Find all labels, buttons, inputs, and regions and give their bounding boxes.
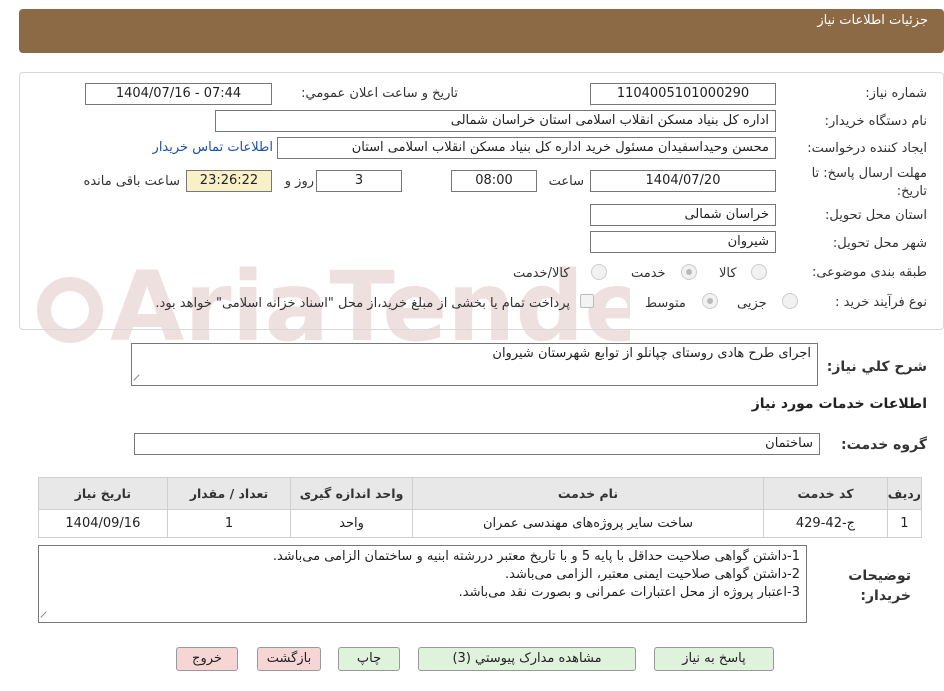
need-number-label: شماره نیاز: xyxy=(865,86,927,101)
radio-goods-service[interactable] xyxy=(591,264,607,280)
general-description-field[interactable]: اجرای طرح هادی روستای چپانلو از توابع شه… xyxy=(131,343,818,386)
buyer-notes-label: توضیحات خریدار: xyxy=(848,568,911,604)
reply-button[interactable]: پاسخ به نیاز xyxy=(654,647,774,671)
buyer-org-field[interactable]: اداره کل بنیاد مسکن انقلاب اسلامی استان … xyxy=(215,110,776,132)
radio-medium[interactable] xyxy=(702,293,718,309)
buyer-notes-line-2: 2-داشتن گواهی صلاحیت ایمنی معتبر، الزامی… xyxy=(505,567,800,582)
services-section-title: اطلاعات خدمات مورد نیاز xyxy=(751,396,927,412)
resize-grip-icon[interactable] xyxy=(40,611,52,623)
col-need-date: تاریخ نیاز xyxy=(38,477,168,510)
delivery-city-label: شهر محل تحویل: xyxy=(832,236,927,251)
deadline-time-label: ساعت xyxy=(548,174,584,189)
col-service-code: کد خدمت xyxy=(763,477,888,510)
deadline-label: مهلت ارسال پاسخ: تا تاریخ: xyxy=(811,166,927,199)
buyer-notes-field[interactable]: 1-داشتن گواهی صلاحیت حداقل با پایه 5 و ب… xyxy=(38,545,807,623)
radio-goods-service-label: کالا/خدمت xyxy=(513,266,570,281)
remaining-time-field: 23:26:22 xyxy=(186,170,272,192)
general-description-label: شرح کلي نیاز: xyxy=(826,359,927,375)
treasury-payment-label: پرداخت تمام یا بخشی از مبلغ خرید،از محل … xyxy=(155,296,570,311)
radio-minor-label: جزیی xyxy=(737,296,767,311)
announce-datetime-label: تاریخ و ساعت اعلان عمومي: xyxy=(301,86,458,101)
deadline-days-label: روز و xyxy=(284,174,314,189)
page-title: جزئیات اطلاعات نیاز xyxy=(817,13,928,28)
service-group-field[interactable]: ساختمان xyxy=(134,433,820,455)
buyer-org-label: نام دستگاه خریدار: xyxy=(824,114,927,129)
need-number-field[interactable]: 1104005101000290 xyxy=(590,83,776,105)
exit-button[interactable]: خروج xyxy=(176,647,238,671)
table-row[interactable]: 1 ج-42-429 ساخت سایر پروژه‌های مهندسی عم… xyxy=(38,509,923,538)
delivery-province-field[interactable]: خراسان شمالی xyxy=(590,204,776,226)
print-button[interactable]: چاپ xyxy=(338,647,400,671)
general-description-text: اجرای طرح هادی روستای چپانلو از توابع شه… xyxy=(492,346,811,361)
page-header xyxy=(19,9,944,53)
cell-need-date: 1404/09/16 xyxy=(38,509,168,538)
col-unit: واحد اندازه گیری xyxy=(290,477,413,510)
purchase-process-label: نوع فرآیند خرید : xyxy=(835,295,927,310)
announce-datetime-field[interactable]: 1404/07/16 - 07:44 xyxy=(85,83,272,105)
requester-field[interactable]: محسن وحیداسفیدان مسئول خرید اداره کل بنی… xyxy=(277,137,776,159)
col-row: ردیف xyxy=(886,477,923,510)
back-button[interactable]: بازگشت xyxy=(257,647,321,671)
buyer-notes-line-1: 1-داشتن گواهی صلاحیت حداقل با پایه 5 و ب… xyxy=(272,549,800,564)
buyer-contact-link[interactable]: اطلاعات تماس خریدار xyxy=(153,140,273,155)
delivery-province-label: استان محل تحویل: xyxy=(825,208,927,223)
radio-goods-label: کالا xyxy=(719,266,737,281)
radio-service[interactable] xyxy=(681,264,697,280)
cell-service-code: ج-42-429 xyxy=(763,509,888,538)
cell-unit: واحد xyxy=(290,509,413,538)
radio-service-label: خدمت xyxy=(631,266,666,281)
subject-category-label: طبقه بندی موضوعی: xyxy=(811,265,927,280)
cell-row: 1 xyxy=(886,509,923,538)
cell-service-name: ساخت سایر پروژه‌های مهندسی عمران xyxy=(411,509,765,538)
radio-goods[interactable] xyxy=(751,264,767,280)
remaining-time-label: ساعت باقی مانده xyxy=(83,174,180,189)
view-attachments-button[interactable]: مشاهده مدارک پیوستي (3) xyxy=(418,647,636,671)
cell-quantity: 1 xyxy=(166,509,292,538)
requester-label: ایجاد کننده درخواست: xyxy=(807,141,927,156)
deadline-date-field[interactable]: 1404/07/20 xyxy=(590,170,776,192)
buyer-notes-line-3: 3-اعتبار پروژه از محل اعتبارات عمرانی و … xyxy=(458,585,800,600)
service-group-label: گروه خدمت: xyxy=(841,437,927,453)
treasury-payment-checkbox[interactable] xyxy=(580,294,594,308)
radio-minor[interactable] xyxy=(782,293,798,309)
radio-medium-label: متوسط xyxy=(645,296,686,311)
col-quantity: تعداد / مقدار xyxy=(166,477,292,510)
resize-grip-icon[interactable] xyxy=(133,374,145,385)
deadline-days-field[interactable]: 3 xyxy=(316,170,402,192)
services-table: ردیف کد خدمت نام خدمت واحد اندازه گیری ت… xyxy=(38,477,923,538)
services-table-header: ردیف کد خدمت نام خدمت واحد اندازه گیری ت… xyxy=(38,477,923,510)
delivery-city-field[interactable]: شیروان xyxy=(590,231,776,253)
col-service-name: نام خدمت xyxy=(411,477,765,510)
deadline-time-field[interactable]: 08:00 xyxy=(451,170,537,192)
